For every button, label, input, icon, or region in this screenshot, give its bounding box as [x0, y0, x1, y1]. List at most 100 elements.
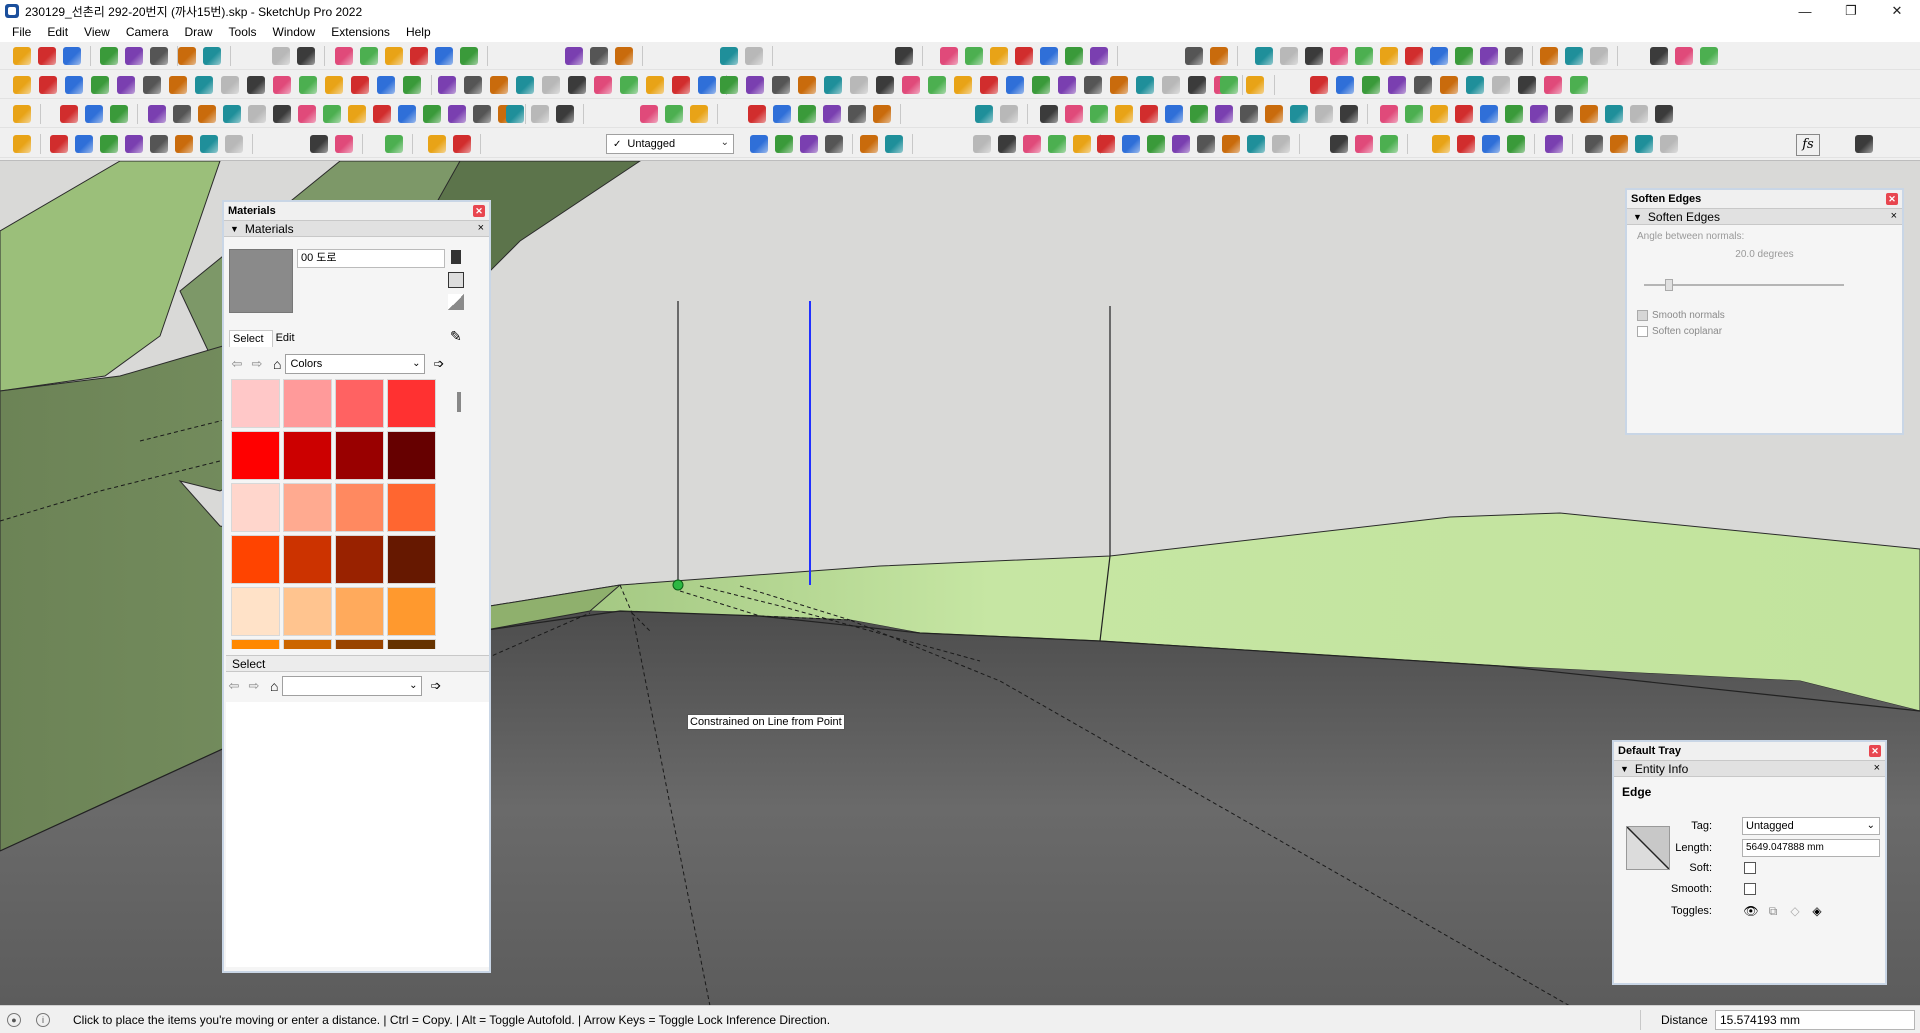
tool-icon[interactable]	[221, 76, 239, 94]
color-swatch[interactable]	[335, 379, 384, 428]
receive-shadows-icon[interactable]: ◇	[1787, 904, 1803, 918]
select-material-list[interactable]	[226, 702, 489, 967]
tool-icon[interactable]	[150, 47, 168, 65]
tool-icon[interactable]	[1247, 135, 1265, 153]
tool-icon[interactable]	[1362, 76, 1380, 94]
tool-icon[interactable]	[100, 135, 118, 153]
tool-icon[interactable]	[1635, 135, 1653, 153]
soften-section-header[interactable]: ▼ Soften Edges ×	[1627, 208, 1902, 225]
home-icon[interactable]: ⌂	[273, 356, 281, 372]
tool-icon[interactable]	[200, 135, 218, 153]
tool-icon[interactable]	[665, 105, 683, 123]
tool-icon[interactable]	[125, 135, 143, 153]
tool-icon[interactable]	[850, 76, 868, 94]
tool-icon[interactable]	[1430, 105, 1448, 123]
tool-icon[interactable]	[1570, 76, 1588, 94]
tool-icon[interactable]	[531, 105, 549, 123]
tool-icon[interactable]	[1165, 105, 1183, 123]
tool-icon[interactable]	[423, 105, 441, 123]
color-swatch[interactable]	[335, 639, 384, 649]
tool-icon[interactable]	[490, 76, 508, 94]
material-name-field[interactable]: 00 도로	[297, 249, 445, 268]
smooth-checkbox[interactable]	[1744, 883, 1756, 895]
tool-icon[interactable]	[1058, 76, 1076, 94]
tool-icon[interactable]	[325, 76, 343, 94]
tool-icon[interactable]	[615, 47, 633, 65]
tool-icon[interactable]	[248, 105, 266, 123]
tool-icon[interactable]	[435, 47, 453, 65]
tool-icon[interactable]	[885, 135, 903, 153]
details-arrow-icon[interactable]: ➩	[430, 678, 441, 694]
tool-icon[interactable]	[272, 47, 290, 65]
tool-icon[interactable]	[1380, 135, 1398, 153]
library-dropdown[interactable]: Colors ⌄	[285, 354, 426, 374]
color-swatch[interactable]	[387, 379, 436, 428]
tool-icon[interactable]	[1330, 135, 1348, 153]
materials-section-header[interactable]: ▼ Materials ×	[224, 220, 489, 237]
tool-icon[interactable]	[1090, 105, 1108, 123]
tool-icon[interactable]	[38, 47, 56, 65]
tool-icon[interactable]	[203, 47, 221, 65]
tool-icon[interactable]	[1544, 76, 1562, 94]
tool-icon[interactable]	[1430, 47, 1448, 65]
tool-icon[interactable]	[65, 76, 83, 94]
tool-icon[interactable]	[506, 105, 524, 123]
tool-icon[interactable]	[1190, 105, 1208, 123]
tool-icon[interactable]	[1580, 105, 1598, 123]
tool-icon[interactable]	[1480, 105, 1498, 123]
menu-extensions[interactable]: Extensions	[323, 25, 398, 39]
tool-icon[interactable]	[1405, 105, 1423, 123]
tool-icon[interactable]	[860, 135, 878, 153]
tool-icon[interactable]	[335, 135, 353, 153]
tool-icon[interactable]	[1630, 105, 1648, 123]
tool-icon[interactable]	[377, 76, 395, 94]
tool-icon[interactable]	[348, 105, 366, 123]
tool-icon[interactable]	[148, 105, 166, 123]
tool-icon[interactable]	[1015, 47, 1033, 65]
tool-icon[interactable]	[1340, 105, 1358, 123]
tool-icon[interactable]	[825, 135, 843, 153]
tool-icon[interactable]	[39, 76, 57, 94]
tool-icon[interactable]	[1040, 47, 1058, 65]
tool-icon[interactable]	[594, 76, 612, 94]
tool-icon[interactable]	[750, 135, 768, 153]
menu-window[interactable]: Window	[265, 25, 324, 39]
tool-icon[interactable]	[745, 47, 763, 65]
tool-icon[interactable]	[453, 135, 471, 153]
tool-icon[interactable]	[403, 76, 421, 94]
info-icon[interactable]: i	[36, 1013, 50, 1027]
tool-icon[interactable]	[1507, 135, 1525, 153]
tool-icon[interactable]	[1172, 135, 1190, 153]
tool-icon[interactable]	[1660, 135, 1678, 153]
tool-icon[interactable]	[746, 76, 764, 94]
color-swatch[interactable]	[231, 483, 280, 532]
tool-icon[interactable]	[1336, 76, 1354, 94]
tool-icon[interactable]	[1380, 105, 1398, 123]
tool-icon[interactable]	[117, 76, 135, 94]
display-secondary-icon[interactable]	[451, 250, 461, 264]
tool-icon[interactable]	[310, 135, 328, 153]
tool-icon[interactable]	[720, 76, 738, 94]
tool-icon[interactable]	[798, 105, 816, 123]
tool-icon[interactable]	[360, 47, 378, 65]
tool-icon[interactable]	[565, 47, 583, 65]
tool-icon[interactable]	[1305, 47, 1323, 65]
tool-icon[interactable]	[110, 105, 128, 123]
tool-icon[interactable]	[646, 76, 664, 94]
tool-icon[interactable]	[1000, 105, 1018, 123]
tool-icon[interactable]	[13, 105, 31, 123]
tool-icon[interactable]	[385, 47, 403, 65]
tool-icon[interactable]	[1610, 135, 1628, 153]
color-swatch[interactable]	[283, 639, 332, 649]
measurements-input[interactable]: 15.574193 mm	[1715, 1010, 1915, 1030]
tool-icon[interactable]	[1480, 47, 1498, 65]
tool-icon[interactable]	[928, 76, 946, 94]
tool-icon[interactable]	[13, 47, 31, 65]
close-icon[interactable]: ✕	[1869, 745, 1881, 757]
tool-icon[interactable]	[542, 76, 560, 94]
tool-icon[interactable]	[428, 135, 446, 153]
tool-icon[interactable]	[1220, 76, 1238, 94]
smooth-normals-checkbox[interactable]	[1637, 310, 1648, 321]
tab-edit[interactable]: Edit	[273, 330, 303, 347]
tool-icon[interactable]	[178, 47, 196, 65]
